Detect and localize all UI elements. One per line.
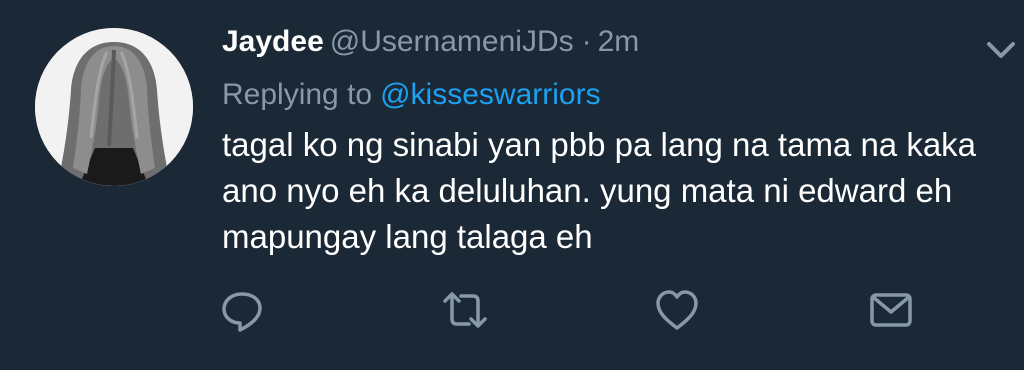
avatar[interactable] [35, 28, 193, 186]
tweet-timestamp[interactable]: 2m [598, 25, 640, 58]
reply-mention-link[interactable]: @kisseswarriors [380, 78, 600, 111]
avatar-image [35, 28, 193, 186]
tweet-text: tagal ko ng sinabi yan pbb pa lang na ta… [222, 122, 1002, 260]
tweet-actions [0, 280, 1024, 340]
tweet-text-line: tagal ko ng sinabi yan pbb pa lang na ta… [222, 126, 977, 163]
speech-bubble-icon [222, 292, 262, 332]
replying-to-label: Replying to [222, 78, 373, 111]
separator-dot: · [581, 25, 592, 58]
retweet-arrows-icon [443, 292, 487, 328]
author-handle[interactable]: @UsernameniJDs [330, 25, 574, 58]
heart-icon [656, 290, 698, 330]
tweet-header: Jaydee @UsernameniJDs · 2m [222, 22, 639, 62]
tweet-text-line: ano nyo eh ka deluluhan. yung mata ni ed… [222, 172, 953, 209]
tweet-text-line: mapungay lang talaga eh [222, 218, 593, 255]
chevron-down-icon[interactable] [984, 34, 1018, 64]
author-display-name[interactable]: Jaydee [222, 25, 324, 58]
reply-button[interactable] [218, 286, 266, 334]
direct-message-button[interactable] [867, 286, 915, 334]
envelope-icon [870, 293, 912, 327]
like-button[interactable] [653, 286, 701, 334]
replying-to-line: Replying to @kisseswarriors [222, 75, 601, 115]
retweet-button[interactable] [441, 286, 489, 334]
tweet-card[interactable]: Jaydee @UsernameniJDs · 2m Replying to @kiss… [0, 0, 1024, 370]
